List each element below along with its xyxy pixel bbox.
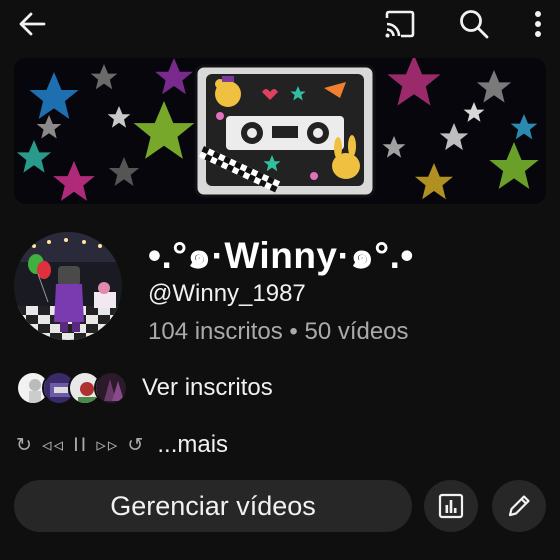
analytics-icon [438,493,464,519]
channel-name: •.°๑·Winny·๑°.• [148,235,414,276]
description-more-link[interactable]: ...mais [157,431,228,459]
channel-banner[interactable] [14,58,546,204]
edit-channel-button[interactable] [492,480,546,532]
edit-pencil-icon [508,495,530,517]
channel-description[interactable]: ↻ ◃◃ II ▹▹ ↺ ...mais [16,428,228,462]
more-vertical-icon [535,11,541,37]
channel-stats: 104 inscritos • 50 vídeos [148,318,409,345]
avatar-image [14,232,122,340]
manage-videos-button[interactable]: Gerenciar vídeos [14,480,412,532]
more-options-button[interactable] [518,4,558,44]
subscriber-avatar [94,371,128,405]
arrow-left-icon [19,12,46,36]
description-text: ↻ ◃◃ II ▹▹ ↺ [16,434,146,456]
search-icon [460,10,489,39]
search-button[interactable] [454,4,494,44]
banner-artwork [14,58,546,204]
channel-avatar[interactable] [14,232,122,340]
top-app-bar [0,0,560,46]
cast-icon [385,10,415,38]
view-subscribers-label: Ver inscritos [142,374,273,401]
view-subscribers-row[interactable]: Ver inscritos [16,368,273,408]
cast-button[interactable] [380,4,420,44]
subscriber-avatars [16,371,128,405]
analytics-button[interactable] [424,480,478,532]
channel-handle: @Winny_1987 [148,280,306,307]
back-button[interactable] [12,4,52,44]
